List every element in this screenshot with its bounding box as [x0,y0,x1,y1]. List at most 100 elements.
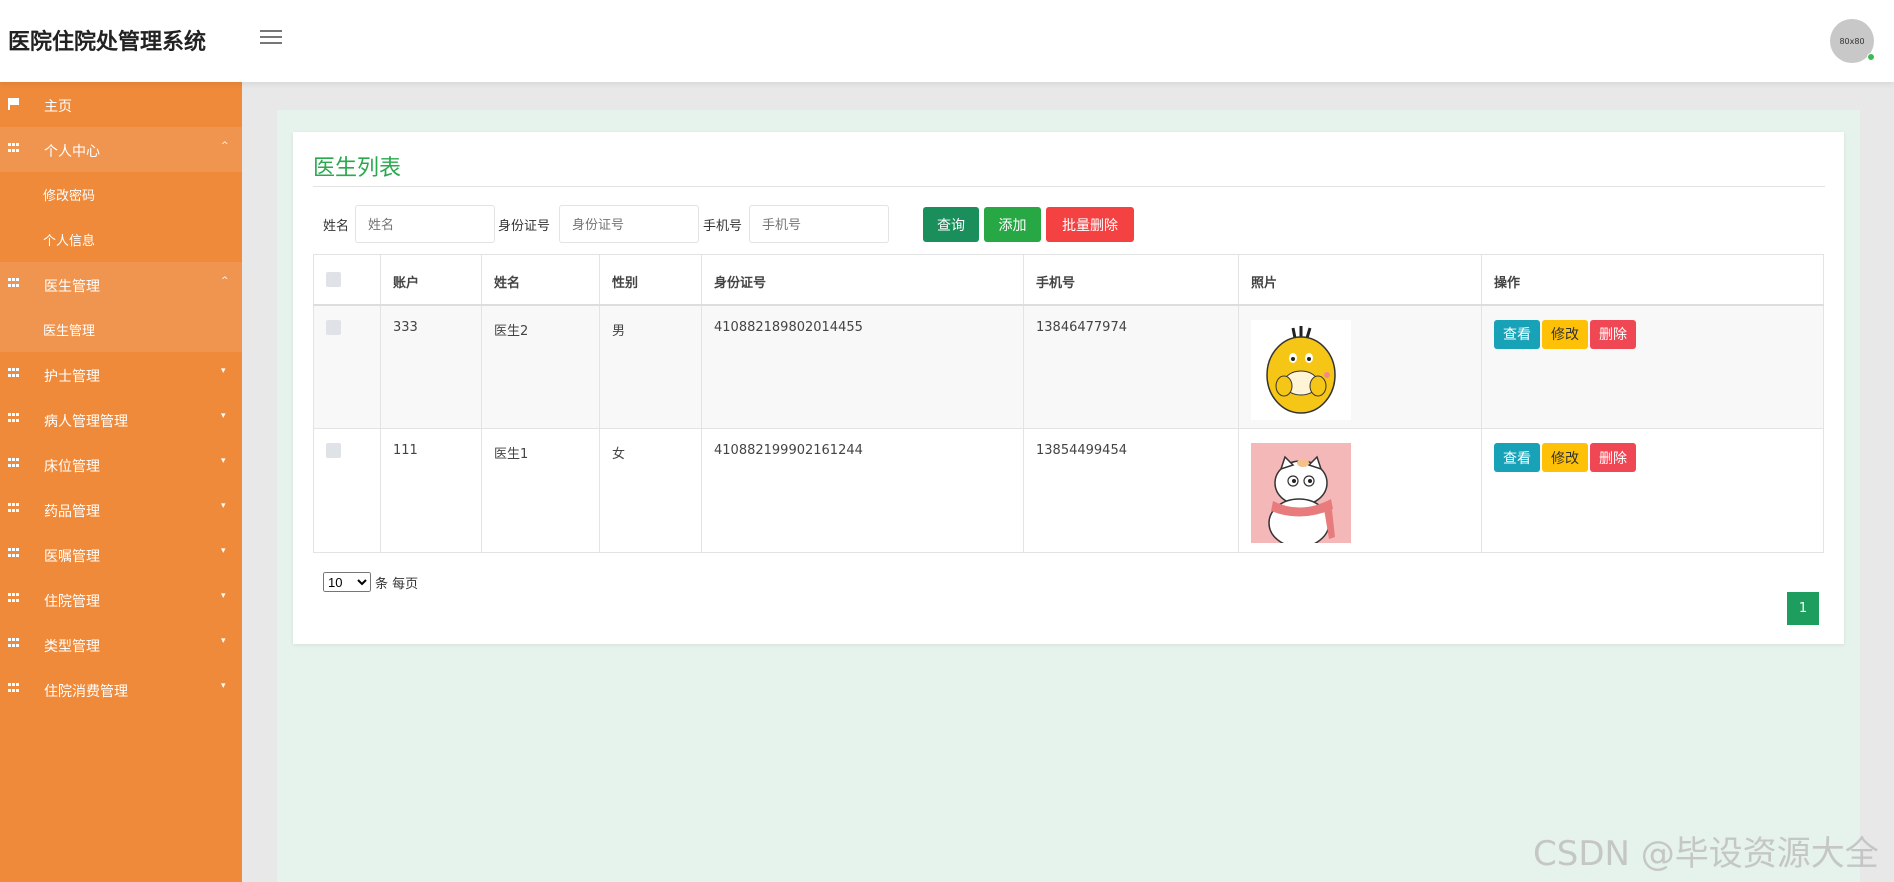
name-search-input[interactable] [355,205,495,243]
sidebar-subitem-doctor-management[interactable]: 医生管理 [0,307,242,352]
column-header: 账户 [380,254,482,306]
gender-cell: 男 [599,304,702,429]
chevron-down-icon: ▾ [221,456,226,466]
photo-cell [1238,304,1482,429]
watermark: CSDN @毕设资源大全 [1533,834,1879,874]
sidebar-item-patient-management[interactable]: 病人管理管理 ▾ [0,397,242,442]
sidebar-subitem-personal-info[interactable]: 个人信息 [0,217,242,262]
chevron-down-icon: ▾ [221,411,226,421]
page-size-control: 10 条 每页 [323,572,418,592]
grid-icon [8,548,20,558]
delete-button[interactable]: 删除 [1590,443,1636,472]
flag-icon [8,98,20,110]
avatar[interactable]: 80x80 [1830,19,1875,63]
row-checkbox[interactable] [326,319,341,335]
page-size-select[interactable]: 10 [323,572,371,592]
sidebar-item-consumption-management[interactable]: 住院消费管理 ▾ [0,667,242,712]
grid-icon [8,683,20,693]
column-header: 姓名 [481,254,600,306]
search-bar: 姓名 身份证号 手机号 查询 添加 批量删除 [293,204,1293,244]
account-cell: 111 [380,428,482,553]
sidebar-item-home[interactable]: 主页 [0,82,242,127]
sidebar-item-type-management[interactable]: 类型管理 ▾ [0,622,242,667]
divider [313,186,1825,187]
grid-icon [8,278,20,288]
sidebar-subitem-change-password[interactable]: 修改密码 [0,172,242,217]
query-button[interactable]: 查询 [923,207,979,242]
id-number-cell: 410882199902161244 [701,428,1024,553]
view-button[interactable]: 查看 [1494,319,1540,349]
delete-button[interactable]: 删除 [1590,319,1636,349]
chevron-down-icon: ▾ [221,546,226,556]
column-header: 照片 [1238,254,1482,306]
app-title: 医院住院处管理系统 [8,30,207,55]
doctor-list-panel: 医生列表 姓名 身份证号 手机号 查询 添加 批量删除 账户 姓名 性别 身份证… [293,132,1844,644]
batch-delete-button[interactable]: 批量删除 [1046,207,1134,242]
chevron-down-icon: ▾ [221,501,226,511]
name-label: 姓名 [323,219,350,234]
select-all-checkbox[interactable] [326,272,341,287]
chevron-down-icon: ▾ [221,681,226,691]
chevron-up-icon: ^ [221,141,229,151]
sidebar: 主页 个人中心 ^ 修改密码 个人信息 医生管理 ^ 医生管理 护士管理 ▾ 病… [0,82,242,882]
sidebar-item-label: 主页 [44,99,72,115]
sidebar-item-label: 医生管理 [44,279,100,295]
id-number-search-input[interactable] [559,205,699,243]
chevron-down-icon: ▾ [221,366,226,376]
sidebar-item-personal-center[interactable]: 个人中心 ^ [0,127,242,172]
actions-cell: 查看 修改 删除 [1481,428,1824,553]
grid-icon [8,413,20,423]
table-row: 111 医生1 女 410882199902161244 13854499454 [313,428,1824,553]
row-actions: 查看 修改 删除 [1494,443,1636,472]
sidebar-item-nurse-management[interactable]: 护士管理 ▾ [0,352,242,397]
sidebar-item-label: 药品管理 [44,504,100,520]
grid-icon [8,458,20,468]
name-cell: 医生2 [481,304,600,429]
account-cell: 333 [380,304,482,429]
grid-icon [8,503,20,513]
doctor-table: 账户 姓名 性别 身份证号 手机号 照片 操作 333 医生2 男 410882… [313,254,1824,553]
phone-label: 手机号 [703,219,743,234]
grid-icon [8,638,20,648]
phone-cell: 13846477974 [1023,304,1239,429]
grid-icon [8,593,20,603]
row-checkbox[interactable] [326,443,341,458]
sidebar-item-doctor-management[interactable]: 医生管理 ^ [0,262,242,307]
chevron-down-icon: ▾ [221,636,226,646]
column-header: 操作 [1481,254,1824,306]
select-all-cell [313,254,381,306]
edit-button[interactable]: 修改 [1542,319,1588,349]
sidebar-item-medical-order-management[interactable]: 医嘱管理 ▾ [0,532,242,577]
sidebar-item-hospitalization-management[interactable]: 住院管理 ▾ [0,577,242,622]
sidebar-item-label: 类型管理 [44,639,100,655]
edit-button[interactable]: 修改 [1542,443,1588,472]
name-cell: 医生1 [481,428,600,553]
row-select-cell [313,304,381,429]
column-header: 性别 [599,254,702,306]
id-number-cell: 410882189802014455 [701,304,1024,429]
table-row: 333 医生2 男 410882189802014455 13846477974 [313,304,1824,429]
page-title: 医生列表 [313,156,402,181]
sidebar-item-medicine-management[interactable]: 药品管理 ▾ [0,487,242,532]
grid-icon [8,143,20,153]
chevron-down-icon: ▾ [221,591,226,601]
row-select-cell [313,428,381,553]
top-header: 医院住院处管理系统 80x80 [0,0,1894,82]
sidebar-item-label: 床位管理 [44,459,100,475]
sidebar-item-label: 住院消费管理 [44,684,128,700]
page-button-current[interactable]: 1 [1787,592,1819,625]
photo-cell [1238,428,1482,553]
view-button[interactable]: 查看 [1494,443,1540,472]
phone-search-input[interactable] [749,205,889,243]
yellow-duck-image [1251,319,1351,420]
table-header-row: 账户 姓名 性别 身份证号 手机号 照片 操作 [313,254,1824,306]
actions-cell: 查看 修改 删除 [1481,304,1824,429]
menu-toggle-icon[interactable] [260,30,282,46]
id-number-label: 身份证号 [498,219,551,234]
add-button[interactable]: 添加 [984,207,1041,242]
sidebar-item-label: 病人管理管理 [44,414,128,430]
sidebar-item-bed-management[interactable]: 床位管理 ▾ [0,442,242,487]
sidebar-item-label: 护士管理 [44,369,100,385]
white-cat-scarf-image [1251,443,1351,543]
phone-cell: 13854499454 [1023,428,1239,553]
